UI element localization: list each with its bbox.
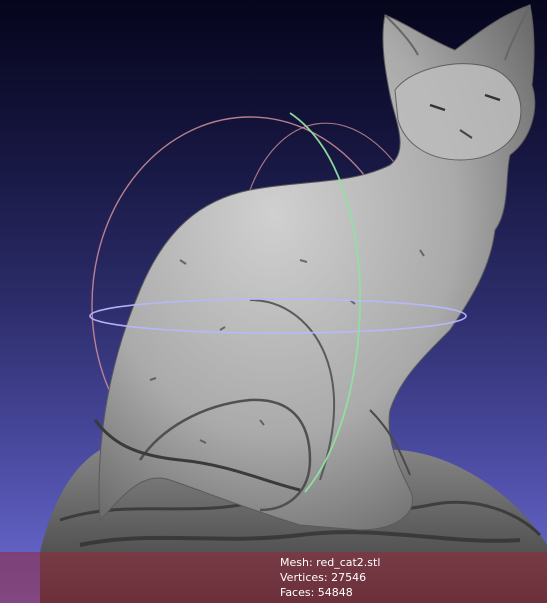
mesh-model [93,4,536,531]
mesh-name-label: Mesh: red_cat2.stl [280,556,381,569]
info-overlay-bar [0,552,547,603]
faces-count-label: Faces: 54848 [280,586,353,599]
mesh-info-panel: Mesh: red_cat2.stl Vertices: 27546 Faces… [280,555,380,600]
3d-viewport[interactable]: Mesh: red_cat2.stl Vertices: 27546 Faces… [0,0,547,603]
vertices-count-label: Vertices: 27546 [280,571,367,584]
mesh-scene[interactable] [0,0,547,603]
